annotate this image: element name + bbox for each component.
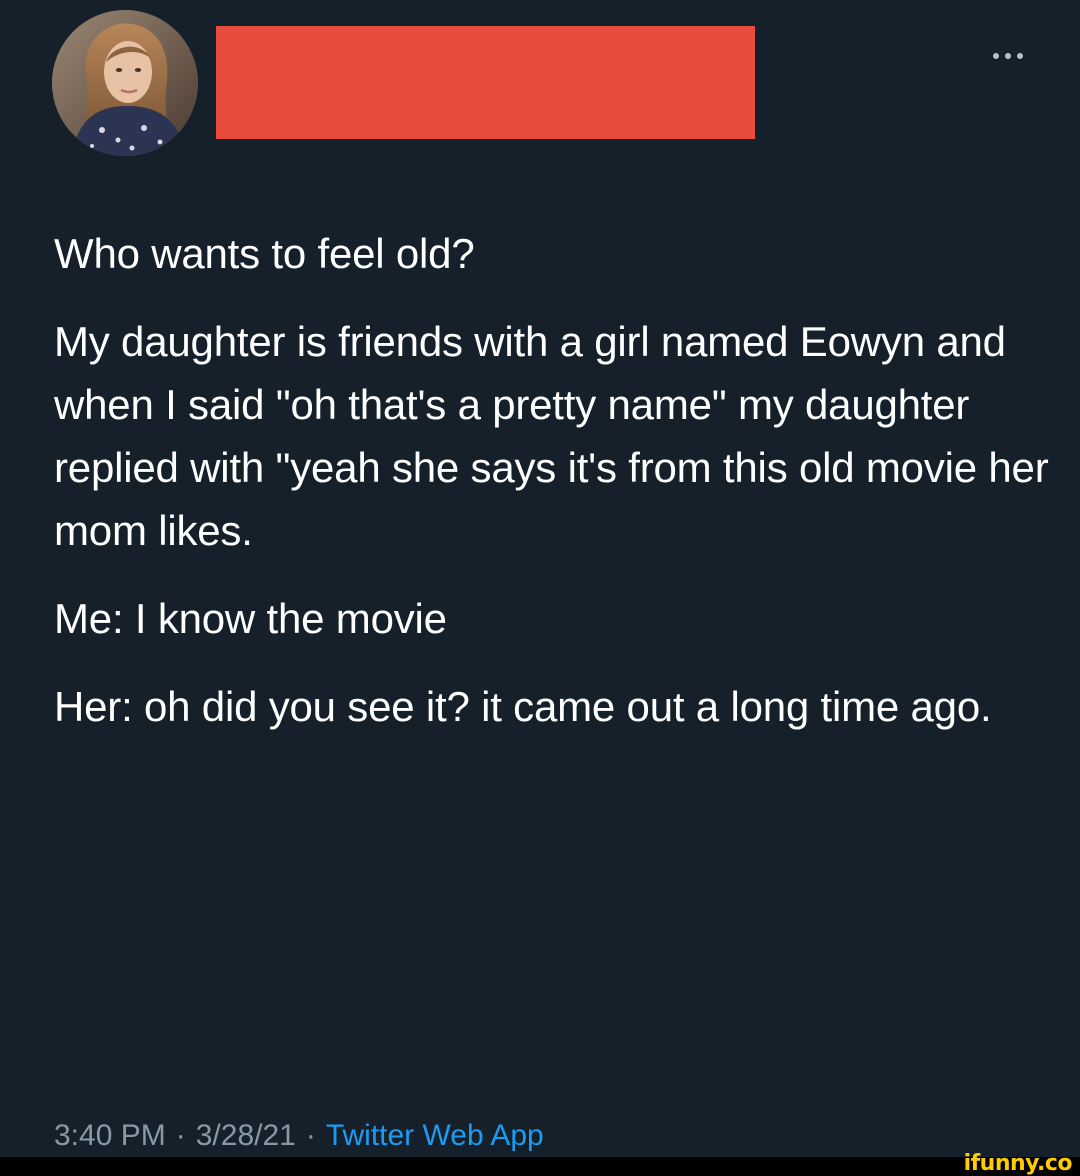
tweet-metadata: 3:40 PM · 3/28/21 · Twitter Web App: [54, 1116, 544, 1156]
tweet-card: Who wants to feel old? My daughter is fr…: [0, 0, 1080, 1176]
more-dots-icon: [993, 53, 999, 59]
tweet-paragraph: My daughter is friends with a girl named…: [54, 318, 1049, 554]
tweet-paragraph: Me: I know the movie: [54, 595, 447, 642]
tweet-text: Who wants to feel old? My daughter is fr…: [54, 222, 1054, 763]
profile-avatar[interactable]: [52, 10, 198, 156]
tweet-paragraph: Her: oh did you see it? it came out a lo…: [54, 683, 992, 730]
tweet-date[interactable]: 3/28/21: [196, 1119, 296, 1152]
tweet-paragraph: Who wants to feel old?: [54, 230, 475, 277]
meta-separator: ·: [305, 1119, 316, 1152]
avatar-image: [52, 10, 198, 156]
meta-separator: ·: [175, 1119, 186, 1152]
ifunny-watermark: ifunny.co: [963, 1151, 1073, 1176]
tweet-source-link[interactable]: Twitter Web App: [326, 1119, 544, 1152]
more-options-button[interactable]: [984, 42, 1032, 70]
more-dots-icon: [1017, 53, 1023, 59]
tweet-time[interactable]: 3:40 PM: [54, 1119, 166, 1152]
redacted-username-box: [216, 26, 755, 139]
watermark-bar: [0, 1157, 1080, 1176]
more-dots-icon: [1005, 53, 1011, 59]
